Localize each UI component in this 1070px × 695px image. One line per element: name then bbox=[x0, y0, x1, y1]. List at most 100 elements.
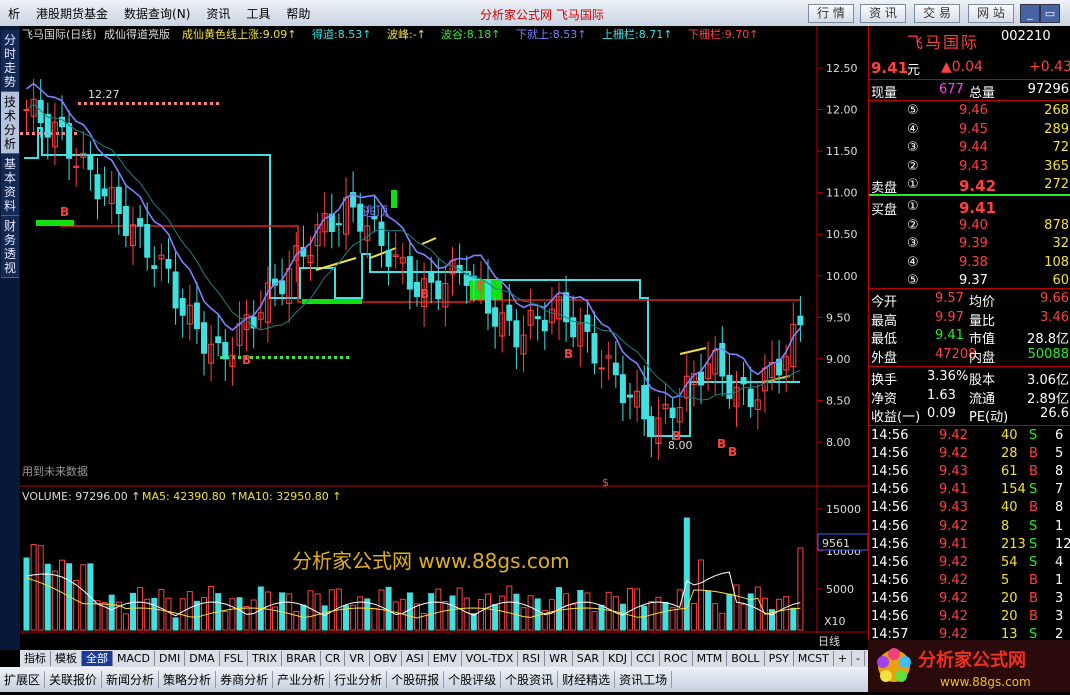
indicator-tab-cr[interactable]: CR bbox=[321, 651, 346, 666]
extension-tab-7[interactable]: 个股研报 bbox=[387, 671, 445, 688]
stat-label: 量比 bbox=[969, 313, 996, 329]
zoom-in-button[interactable]: + bbox=[834, 651, 852, 666]
tab-technical[interactable]: 技术分析 bbox=[1, 92, 19, 154]
extension-tab-6[interactable]: 行业分析 bbox=[330, 671, 388, 688]
trade-button[interactable]: 交 易 bbox=[914, 4, 960, 23]
sell-vol: 365 bbox=[1044, 158, 1069, 174]
indicator-tab-brar[interactable]: BRAR bbox=[282, 651, 322, 666]
menu-news[interactable]: 资讯 bbox=[198, 5, 238, 22]
indicator-tab-mtm[interactable]: MTM bbox=[693, 651, 728, 666]
indicator-tab-vol-tdx[interactable]: VOL-TDX bbox=[462, 651, 519, 666]
tab-intraday[interactable]: 分时走势 bbox=[1, 30, 19, 92]
indicator-tab-roc[interactable]: ROC bbox=[660, 651, 693, 666]
signal-dot bbox=[328, 356, 331, 359]
volume-bar bbox=[208, 586, 215, 631]
extension-tab-0[interactable]: 扩展区 bbox=[0, 671, 46, 688]
indicator-tab-boll[interactable]: BOLL bbox=[727, 651, 765, 666]
extension-tab-5[interactable]: 产业分析 bbox=[273, 671, 331, 688]
candle-body bbox=[137, 218, 144, 227]
restore-icon[interactable]: ▭ bbox=[1040, 4, 1060, 23]
formula-name: 成仙得道亮版 bbox=[104, 27, 170, 41]
extension-tab-4[interactable]: 券商分析 bbox=[216, 671, 274, 688]
buy-price: 9.39 bbox=[959, 236, 988, 251]
sell-level: ① bbox=[907, 177, 919, 192]
tick-row: 14:56 9.42 20 B 3 bbox=[869, 590, 1070, 608]
price-tick-7: 9.00 bbox=[826, 353, 851, 366]
buy-signal-2: B bbox=[420, 287, 429, 301]
volume-bar bbox=[513, 593, 520, 631]
volume-bar bbox=[449, 595, 456, 631]
indicator-tab-macd[interactable]: MACD bbox=[113, 651, 155, 666]
news-button[interactable]: 资 讯 bbox=[860, 4, 906, 23]
candle-body bbox=[591, 333, 598, 364]
indicator-tab-dmi[interactable]: DMI bbox=[155, 651, 186, 666]
indicator-tab-模板[interactable]: 模板 bbox=[51, 651, 82, 666]
price-tick-8: 8.50 bbox=[826, 394, 851, 407]
indicator-tab-全部[interactable]: 全部 bbox=[82, 651, 113, 666]
extension-tab-2[interactable]: 新闻分析 bbox=[102, 671, 160, 688]
volume-bar bbox=[698, 559, 704, 631]
price-tick-3: 11.00 bbox=[826, 187, 858, 200]
volume-bar bbox=[726, 593, 733, 631]
volume-bar bbox=[307, 590, 314, 631]
extension-tab-3[interactable]: 策略分析 bbox=[159, 671, 217, 688]
indicator-tab-指标[interactable]: 指标 bbox=[20, 651, 51, 666]
indicator-tab-sar[interactable]: SAR bbox=[573, 651, 605, 666]
logo-svg: 分析家公式网 www.88gs.com bbox=[877, 648, 1031, 689]
candle-body bbox=[747, 388, 754, 408]
extension-tab-9[interactable]: 个股资讯 bbox=[501, 671, 559, 688]
ma5-value: MA5: 42390.80 ↑ bbox=[142, 490, 238, 503]
indicator-tab-emv[interactable]: EMV bbox=[429, 651, 462, 666]
indicator-tab-dma[interactable]: DMA bbox=[185, 651, 220, 666]
indicator-tab-psy[interactable]: PSY bbox=[765, 651, 794, 666]
extension-tab-1[interactable]: 关联报价 bbox=[45, 671, 103, 688]
menu-bar: 析 港股期货基金 数据查询(N) 资讯 工具 帮助 分析家公式网 飞马国际 行 … bbox=[0, 0, 1070, 27]
tab-fundamentals[interactable]: 基本资料 bbox=[1, 154, 19, 216]
stat2-value: 26.6 bbox=[1040, 406, 1069, 421]
website-button[interactable]: 网 站 bbox=[968, 4, 1014, 23]
indicator-tab-wr[interactable]: WR bbox=[545, 651, 573, 666]
indicator-0: 成仙黄色线上涨:9.09↑ bbox=[182, 27, 296, 41]
menu-analysis[interactable]: 析 bbox=[0, 5, 28, 22]
yellow-line bbox=[369, 247, 397, 259]
indicator-tab-cci[interactable]: CCI bbox=[632, 651, 660, 666]
price-tick-0: 12.50 bbox=[826, 62, 858, 75]
tick-row: 14:56 9.42 5 B 1 bbox=[869, 572, 1070, 590]
sell-row: ④ 9.45 289 bbox=[869, 121, 1070, 139]
volume-value: VOLUME: 97296.00 ↑ bbox=[22, 490, 140, 503]
period-label[interactable]: 日线 bbox=[818, 633, 840, 649]
zoom-out-button[interactable]: - bbox=[852, 651, 865, 666]
indicator-tab-trix[interactable]: TRIX bbox=[248, 651, 283, 666]
indicator-tab-vr[interactable]: VR bbox=[345, 651, 370, 666]
menu-tools[interactable]: 工具 bbox=[238, 5, 278, 22]
indicator-tab-fsl[interactable]: FSL bbox=[220, 651, 248, 666]
ma-line-blue bbox=[26, 82, 802, 399]
menu-data-query[interactable]: 数据查询(N) bbox=[116, 5, 198, 22]
tick-price: 9.43 bbox=[939, 500, 968, 516]
tick-time: 14:56 bbox=[871, 590, 909, 606]
menu-hk-futures[interactable]: 港股期货基金 bbox=[28, 5, 116, 22]
indicator-tab-kdj[interactable]: KDJ bbox=[604, 651, 632, 666]
indicator-tab-mcst[interactable]: MCST bbox=[794, 651, 834, 666]
extension-tab-10[interactable]: 财经精选 bbox=[558, 671, 616, 688]
tick-count: 3 bbox=[1055, 590, 1064, 606]
kline-chart[interactable]: 飞马国际(日线) 成仙得道亮版 成仙黄色线上涨:9.09↑ 得道:8.53↑ 波峰:… bbox=[20, 26, 869, 648]
stat2-value: 3.36% bbox=[927, 369, 969, 384]
minimize-icon[interactable]: _ bbox=[1020, 4, 1040, 23]
candle-body bbox=[279, 280, 286, 295]
indicator-tab-rsi[interactable]: RSI bbox=[518, 651, 546, 666]
news-workshop-tab[interactable]: 资讯工场 bbox=[615, 671, 673, 688]
indicator-tab-obv[interactable]: OBV bbox=[370, 651, 402, 666]
tick-price: 9.42 bbox=[939, 590, 968, 606]
stat2-row: 换手 3.36% 股本 3.06亿 bbox=[869, 368, 1070, 388]
indicator-tab-asi[interactable]: ASI bbox=[402, 651, 429, 666]
extension-tab-8[interactable]: 个股评级 bbox=[444, 671, 502, 688]
volume-bar bbox=[80, 564, 87, 631]
menu-help[interactable]: 帮助 bbox=[278, 5, 318, 22]
quotes-button[interactable]: 行 情 bbox=[808, 4, 854, 23]
tick-vol: 54 bbox=[1001, 554, 1018, 570]
signal-dot bbox=[156, 102, 159, 105]
tab-financials[interactable]: 财务透视 bbox=[1, 216, 19, 278]
tick-row: 14:56 9.43 61 B 8 bbox=[869, 463, 1070, 481]
candlesticks bbox=[23, 78, 804, 460]
